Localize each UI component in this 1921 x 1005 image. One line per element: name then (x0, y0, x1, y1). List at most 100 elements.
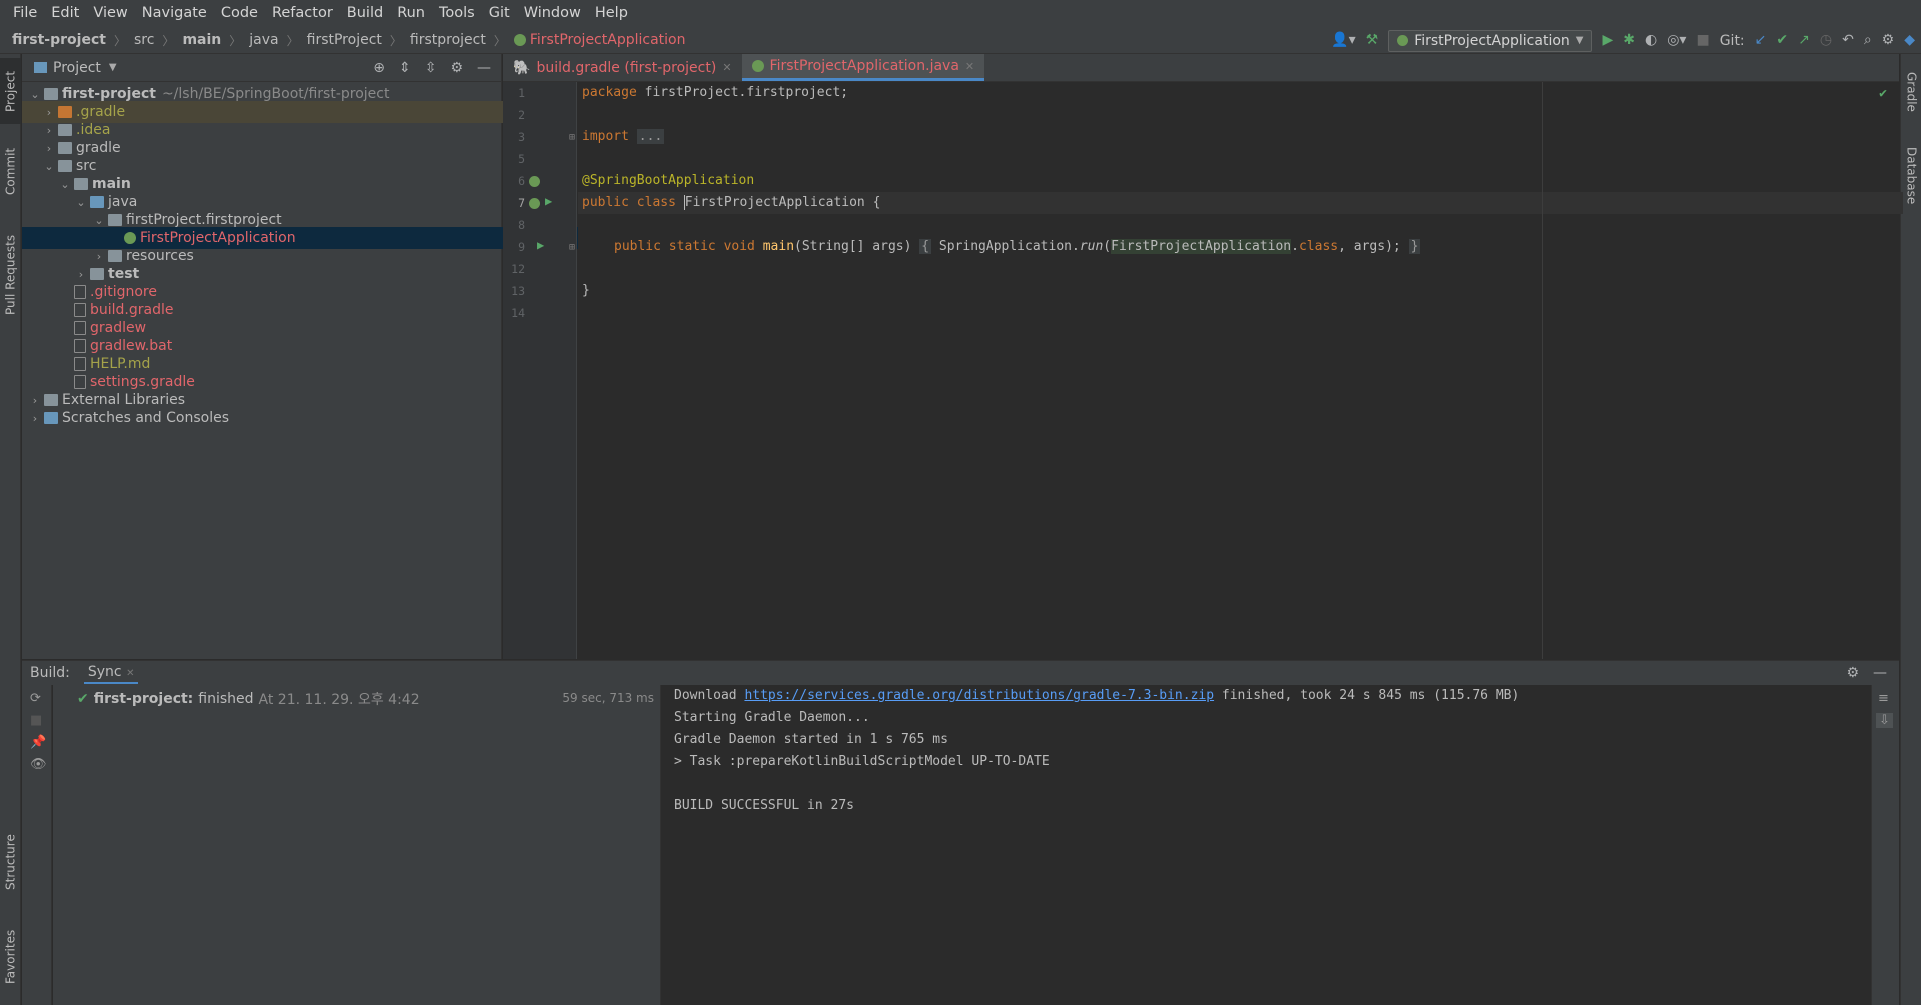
close-icon[interactable]: ✕ (126, 668, 134, 679)
pin-icon[interactable]: 📌 (30, 735, 46, 750)
crumb-src[interactable]: src (134, 32, 154, 48)
close-icon[interactable]: ✕ (965, 60, 974, 73)
stop-icon[interactable]: ■ (1696, 27, 1709, 54)
chevron-down-icon[interactable]: ⌄ (58, 178, 72, 191)
spring-icon (1397, 35, 1409, 46)
tool-tab-commit[interactable]: Commit (0, 138, 21, 204)
chevron-right-icon[interactable]: › (28, 412, 42, 425)
tab-sync[interactable]: Sync ✕ (83, 662, 139, 684)
tab-main-class[interactable]: FirstProjectApplication.java ✕ (741, 54, 985, 81)
debug-icon[interactable]: ✱ (1623, 27, 1635, 54)
git-push-icon[interactable]: ↗ (1798, 27, 1810, 54)
settings-gear-icon[interactable]: ⚙ (1882, 27, 1895, 54)
fold-brace[interactable]: { (919, 239, 932, 254)
menu-window[interactable]: Window (517, 0, 588, 27)
locate-icon[interactable]: ⊕ (373, 60, 385, 76)
code-editor[interactable]: package firstProject.firstproject; impor… (578, 82, 1903, 659)
chevron-down-icon[interactable]: ⌄ (74, 196, 88, 209)
dropdown-arrow-icon[interactable]: ▼ (109, 62, 117, 73)
menu-file[interactable]: File (6, 0, 44, 27)
fold-brace[interactable]: } (1408, 239, 1421, 254)
code-text: ( (1103, 239, 1112, 254)
chevron-right-icon[interactable]: › (42, 142, 56, 155)
expand-all-icon[interactable]: ⇕ (399, 60, 411, 76)
chevron-right-icon: 〉 (493, 33, 506, 48)
tool-tab-project[interactable]: Project (0, 58, 21, 124)
tree-row-scratches[interactable]: › Scratches and Consoles (22, 407, 508, 429)
close-icon[interactable]: ✕ (722, 61, 731, 74)
menu-code[interactable]: Code (214, 0, 265, 27)
package-icon (108, 214, 122, 226)
fold-icon[interactable]: ⊞ (569, 242, 575, 253)
inspection-ok-icon[interactable]: ✔ (1879, 86, 1887, 101)
user-icon[interactable]: 👤▾ (1331, 27, 1355, 54)
run-gutter-icon[interactable]: ▶ (545, 194, 552, 208)
plugin-icon[interactable]: ◆ (1904, 27, 1915, 54)
chevron-right-icon[interactable]: › (42, 124, 56, 137)
tab-build-gradle[interactable]: 🐘 build.gradle (first-project) ✕ (503, 54, 742, 81)
tool-tab-pull-requests-label: Pull Requests (3, 234, 18, 316)
chevron-down-icon[interactable]: ⌄ (28, 88, 42, 101)
chevron-down-icon[interactable]: ⌄ (92, 214, 106, 227)
stop-icon[interactable]: ■ (30, 713, 42, 728)
run-icon[interactable]: ▶ (1602, 27, 1613, 54)
git-commit-icon[interactable]: ✔ (1776, 27, 1788, 54)
menu-view[interactable]: View (86, 0, 134, 27)
menu-build[interactable]: Build (340, 0, 390, 27)
menu-run[interactable]: Run (390, 0, 432, 27)
eye-icon[interactable]: 👁 (30, 757, 47, 772)
tool-tab-gradle[interactable]: Gradle (1901, 62, 1921, 122)
rollback-icon[interactable]: ↶ (1842, 27, 1854, 54)
chevron-right-icon[interactable]: › (28, 394, 42, 407)
run-configuration-select[interactable]: FirstProjectApplication ▼ (1388, 29, 1593, 52)
history-icon[interactable]: ◷ (1820, 27, 1832, 54)
chevron-right-icon[interactable]: › (92, 250, 106, 263)
project-panel-title[interactable]: Project (53, 60, 101, 76)
spring-bean-gutter-icon[interactable] (529, 198, 540, 209)
menu-git[interactable]: Git (482, 0, 517, 27)
git-update-icon[interactable]: ↙ (1755, 27, 1767, 54)
folded-imports[interactable]: ... (636, 129, 665, 144)
spring-class-icon (124, 232, 136, 244)
crumb-main[interactable]: main (182, 32, 221, 48)
hide-icon[interactable]: — (1873, 665, 1887, 681)
crumb-java[interactable]: java (249, 32, 278, 48)
coverage-icon[interactable]: ◐ (1645, 27, 1657, 54)
menu-refactor[interactable]: Refactor (265, 0, 340, 27)
menu-tools[interactable]: Tools (432, 0, 482, 27)
soft-wrap-icon[interactable]: ≡ (1878, 691, 1889, 706)
profile-icon[interactable]: ◎▾ (1667, 27, 1686, 54)
menu-help[interactable]: Help (588, 0, 635, 27)
gear-icon[interactable]: ⚙ (450, 60, 463, 76)
chevron-down-icon[interactable]: ⌄ (42, 160, 56, 173)
scroll-to-end-icon[interactable]: ⇩ (1876, 713, 1893, 728)
run-gutter-icon[interactable]: ▶ (537, 238, 544, 252)
code-line-7: public class FirstProjectApplication { (578, 192, 1903, 214)
build-hammer-icon[interactable]: ⚒ (1366, 27, 1379, 54)
tool-tab-database[interactable]: Database (1901, 136, 1921, 216)
menu-navigate[interactable]: Navigate (135, 0, 214, 27)
build-result-row[interactable]: ✔ first-project: finished At 21. 11. 29.… (77, 689, 420, 709)
refresh-icon[interactable]: ⟳ (30, 691, 41, 706)
fold-icon[interactable]: ⊞ (569, 132, 575, 143)
collapse-all-icon[interactable]: ⇳ (425, 60, 437, 76)
chevron-right-icon[interactable]: › (42, 106, 56, 119)
folder-icon (58, 124, 72, 136)
search-icon[interactable]: ⌕ (1864, 27, 1872, 54)
annotation: @SpringBootApplication (582, 173, 755, 188)
hide-icon[interactable]: — (477, 60, 491, 76)
tool-tab-favorites[interactable]: Favorites (0, 914, 21, 1000)
tool-tab-pull-requests[interactable]: Pull Requests (0, 220, 21, 330)
build-console[interactable]: Download https://services.gradle.org/dis… (662, 685, 1871, 1005)
crumb-firstproject[interactable]: firstproject (410, 32, 486, 48)
tool-tab-structure[interactable]: Structure (0, 822, 21, 902)
gear-icon[interactable]: ⚙ (1846, 665, 1859, 681)
build-timestamp: At 21. 11. 29. 오후 4:42 (258, 692, 420, 708)
download-link[interactable]: https://services.gradle.org/distribution… (744, 688, 1214, 703)
crumb-project[interactable]: first-project (12, 32, 106, 48)
spring-bean-gutter-icon[interactable] (529, 176, 540, 187)
menu-edit[interactable]: Edit (44, 0, 86, 27)
chevron-right-icon[interactable]: › (74, 268, 88, 281)
crumb-firstProject[interactable]: firstProject (307, 32, 382, 48)
crumb-class[interactable]: FirstProjectApplication (530, 32, 686, 48)
